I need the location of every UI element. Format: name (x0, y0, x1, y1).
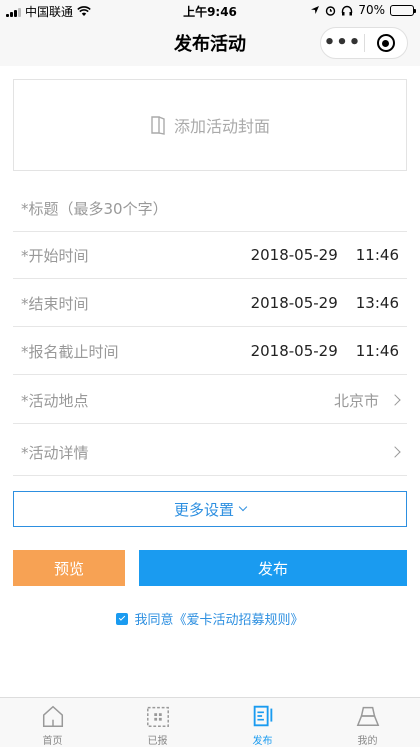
publish-icon (253, 705, 272, 727)
tab-registered-label: 已报 (147, 736, 168, 747)
start-time-value: 2018-05-29 11:46 (251, 246, 399, 264)
end-date: 2018-05-29 (250, 294, 338, 312)
end-time-label: *结束时间 (21, 294, 89, 313)
chevron-right-icon (389, 446, 401, 458)
location-label: *活动地点 (21, 391, 89, 410)
add-cover-area[interactable]: 添加活动封面 (13, 79, 407, 171)
add-cover-label: 添加活动封面 (173, 117, 270, 136)
close-button[interactable] (365, 34, 407, 52)
details-row[interactable]: *活动详情 (13, 429, 407, 476)
tab-bar: 首页 已报 发布 我的 (0, 697, 420, 747)
title-placeholder: *标题（最多30个字） (21, 199, 168, 218)
agreement: 我同意《爱卡活动招募规则》 (0, 609, 420, 628)
location-row[interactable]: *活动地点 北京市 (13, 377, 407, 424)
tab-profile-label: 我的 (357, 736, 378, 747)
preview-button[interactable]: 预览 (13, 550, 125, 586)
start-time-row[interactable]: *开始时间 2018-05-29 11:46 (13, 232, 407, 279)
start-time-label: *开始时间 (21, 246, 89, 265)
book-icon (151, 116, 165, 135)
end-time-value: 2018-05-29 13:46 (251, 294, 399, 312)
start-date: 2018-05-29 (250, 246, 338, 264)
more-settings-label: 更多设置 (173, 500, 234, 519)
nav-bar: 发布活动 ••• (0, 22, 420, 66)
headphones-icon (342, 5, 353, 15)
tab-profile[interactable]: 我的 (315, 698, 420, 747)
chevron-down-icon (238, 502, 248, 512)
title-field[interactable]: *标题（最多30个字） (13, 185, 407, 232)
details-label: *活动详情 (21, 443, 89, 462)
tab-publish-label: 发布 (252, 736, 273, 747)
registered-icon (146, 706, 169, 727)
location-city: 北京市 (333, 391, 379, 410)
status-bar: 中国联通 上午9:46 70% (0, 0, 420, 22)
agreement-text[interactable]: 我同意《爱卡活动招募规则》 (134, 609, 303, 628)
home-icon (42, 705, 63, 727)
location-arrow-icon (311, 6, 320, 14)
deadline-date: 2018-05-29 (250, 342, 338, 360)
tab-publish[interactable]: 发布 (210, 698, 315, 747)
publish-button[interactable]: 发布 (139, 550, 407, 586)
location-value: 北京市 (333, 390, 401, 411)
end-clock: 13:46 (355, 294, 399, 312)
more-button[interactable]: ••• (321, 28, 364, 58)
end-time-row[interactable]: *结束时间 2018-05-29 13:46 (13, 280, 407, 327)
deadline-value: 2018-05-29 11:46 (251, 342, 399, 360)
more-settings-button[interactable]: 更多设置 (13, 491, 407, 527)
mini-program-capsule: ••• (320, 27, 408, 59)
deadline-row[interactable]: *报名截止时间 2018-05-29 11:46 (13, 328, 407, 375)
battery-percent: 70% (358, 3, 385, 17)
deadline-clock: 11:46 (355, 342, 399, 360)
start-clock: 11:46 (355, 246, 399, 264)
tab-home[interactable]: 首页 (0, 698, 105, 747)
battery-icon (390, 4, 416, 16)
check-icon (119, 614, 126, 621)
agreement-checkbox[interactable] (116, 612, 129, 625)
status-right: 70% (310, 3, 416, 17)
chevron-right-icon (389, 394, 401, 406)
alarm-icon (326, 5, 336, 16)
profile-icon (356, 706, 379, 727)
tab-home-label: 首页 (42, 736, 63, 747)
tab-registered[interactable]: 已报 (105, 698, 210, 747)
close-target-icon (376, 34, 395, 52)
deadline-label: *报名截止时间 (21, 342, 119, 361)
details-arrow (389, 446, 401, 458)
